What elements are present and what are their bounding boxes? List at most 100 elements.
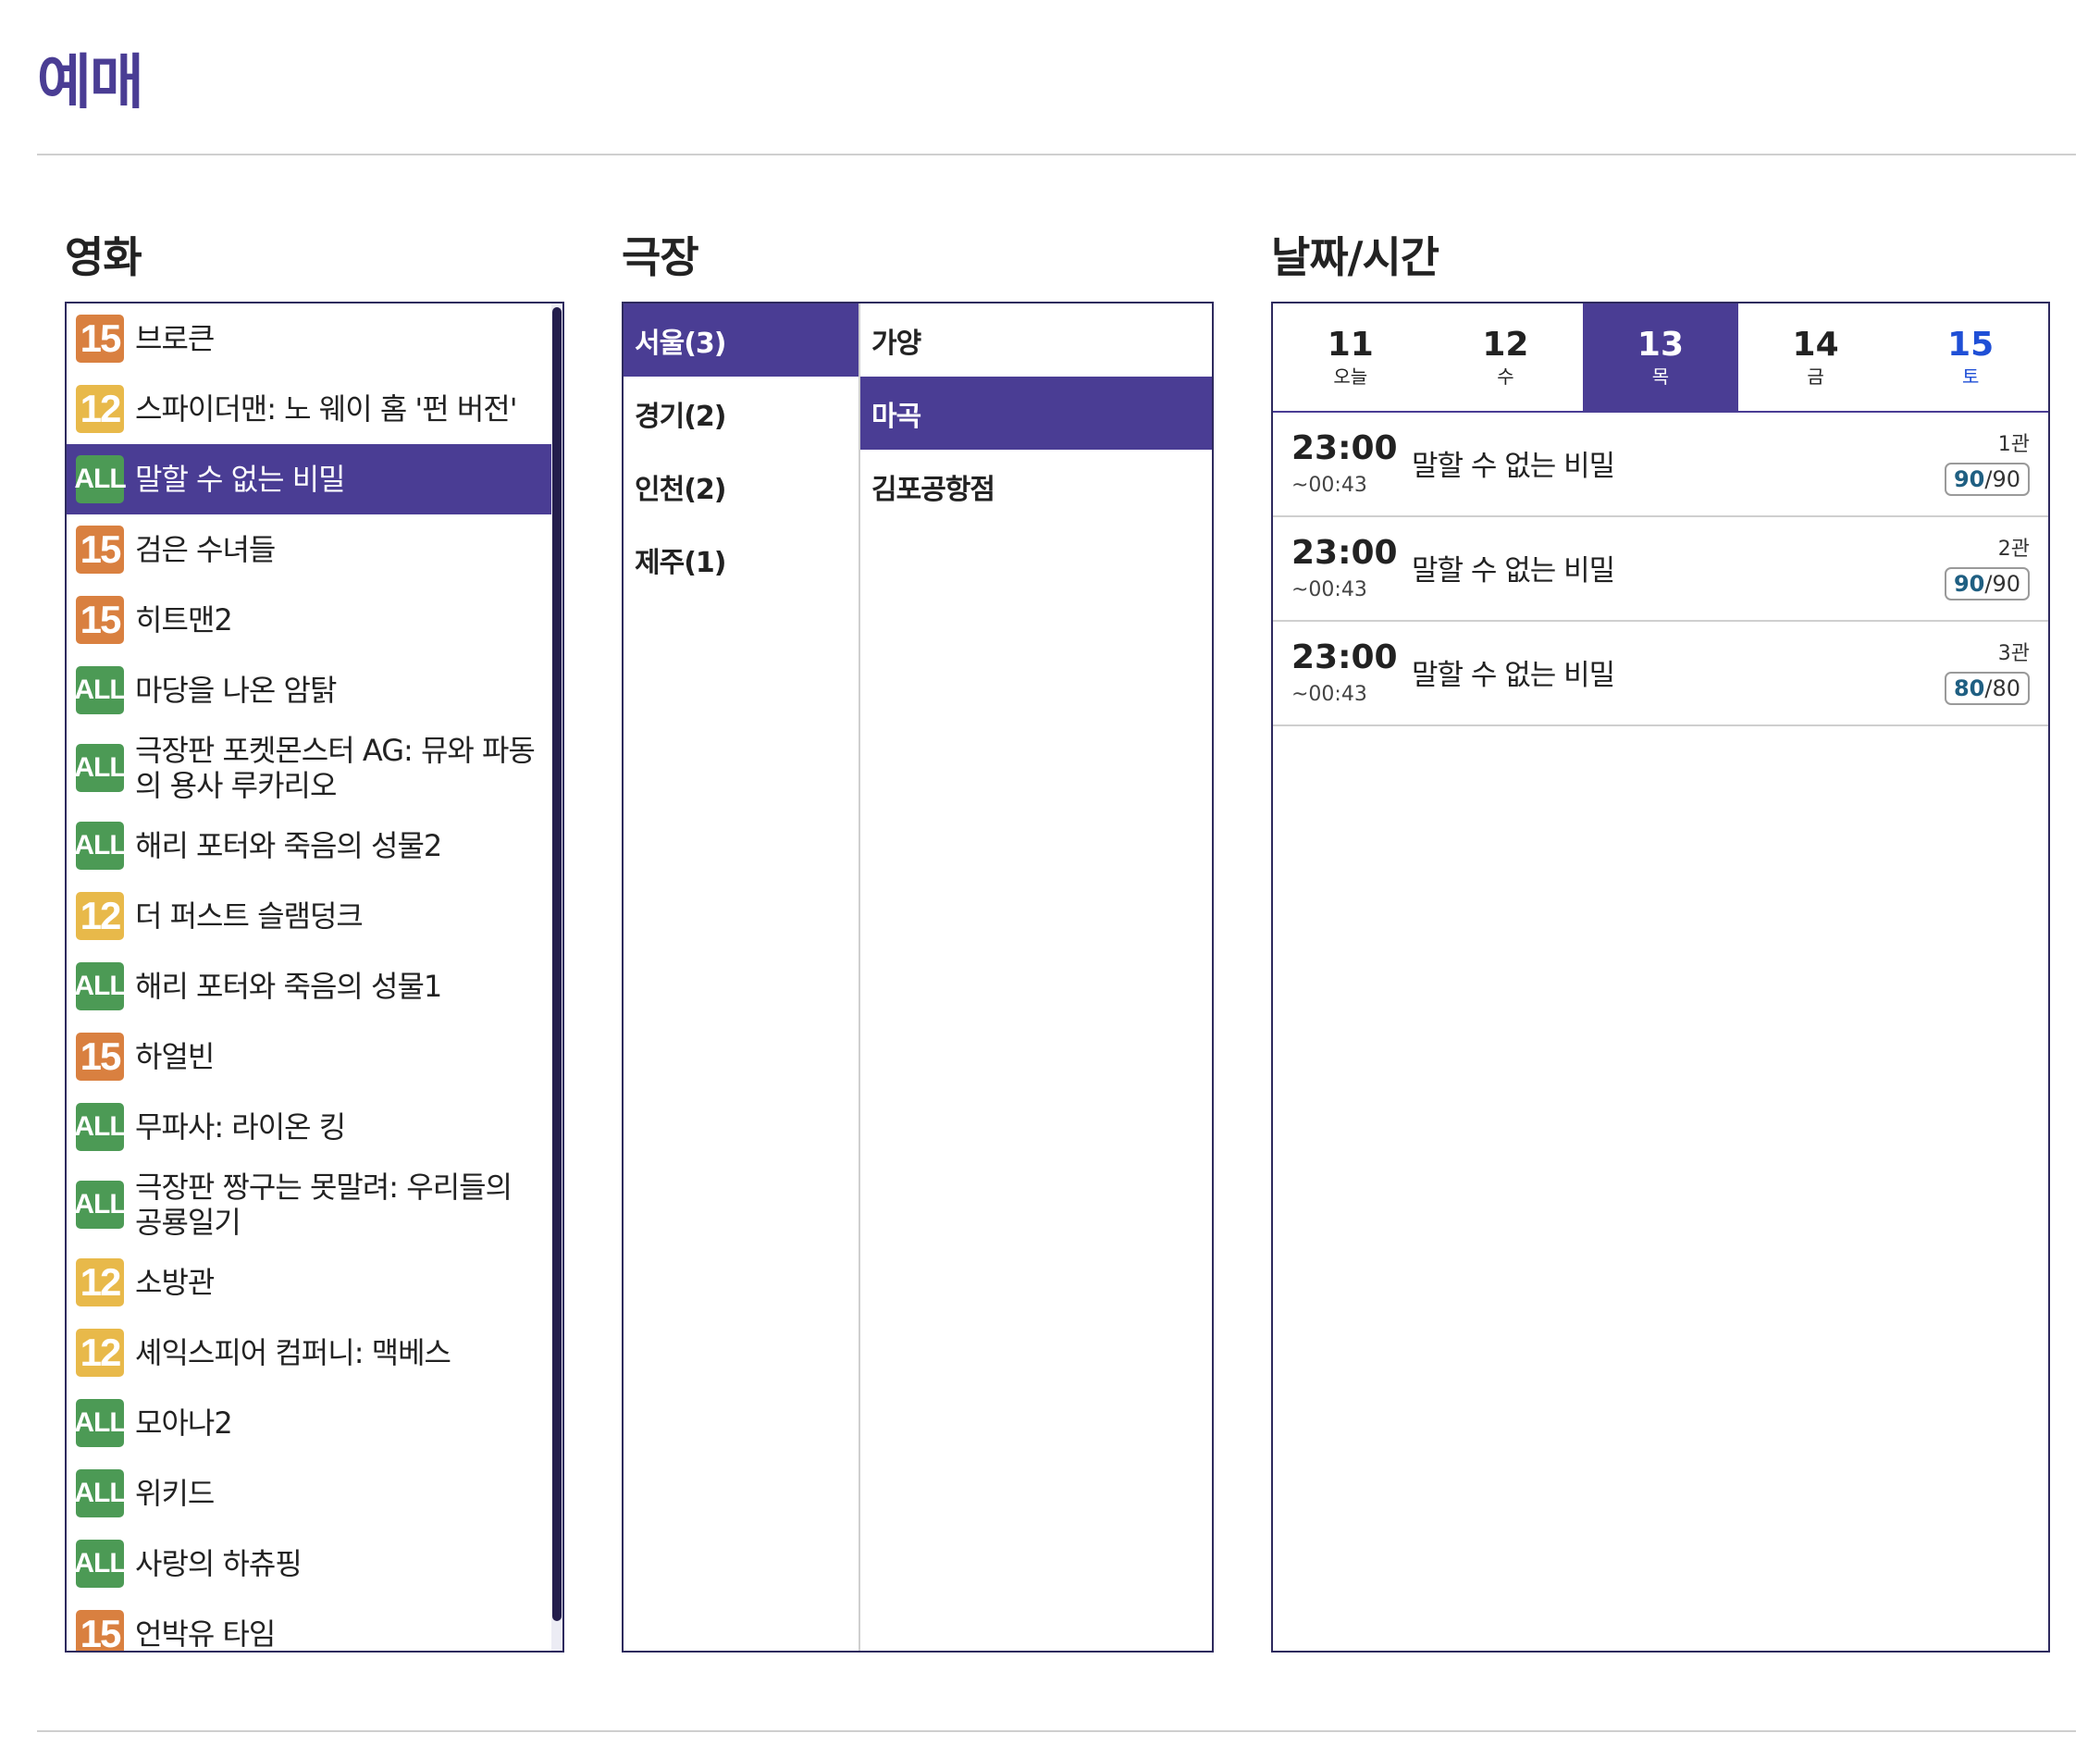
date-weekday: 목 xyxy=(1651,365,1670,388)
date-cell[interactable]: 15 토 xyxy=(1893,303,2048,411)
showtime-movie-title: 말할 수 없는 비밀 xyxy=(1412,659,1615,692)
movie-item[interactable]: 12 더 퍼스트 슬램덩크 xyxy=(67,881,555,951)
rating-15-badge: 15 xyxy=(76,526,124,574)
showtime-end: ~00:43 xyxy=(1291,683,1367,706)
page-title: 예매 xyxy=(37,49,144,118)
movie-item[interactable]: ALL 해리 포터와 죽음의 성물2 xyxy=(67,811,555,881)
movie-item[interactable]: 12 소방관 xyxy=(67,1247,555,1318)
movie-item[interactable]: ALL 극장판 짱구는 못말려: 우리들의 공룡일기 xyxy=(67,1162,555,1247)
movie-item[interactable]: ALL 말할 수 없는 비밀 xyxy=(67,444,555,514)
date-day: 13 xyxy=(1637,326,1685,364)
movie-title: 위키드 xyxy=(135,1476,215,1511)
date-cell[interactable]: 13 목 xyxy=(1583,303,1738,411)
date-weekday: 토 xyxy=(1961,365,1980,388)
showtime-movie-title: 말할 수 없는 비밀 xyxy=(1412,450,1615,483)
rating-all-badge: ALL xyxy=(74,1181,127,1229)
movie-list-panel[interactable]: 15 브로큰 12 스파이더맨: 노 웨이 홈 '펀 버전' ALL 말할 수 없는 비밀… xyxy=(65,302,564,1653)
branch-list: 가양 마곡 김포공항점 xyxy=(860,303,1212,1651)
screen-label: 3관 xyxy=(1997,642,2030,665)
movie-title: 브로큰 xyxy=(135,321,215,356)
seat-count-badge: 90/90 xyxy=(1944,463,2030,496)
showtime-start: 23:00 xyxy=(1291,429,1398,467)
rating-all-badge: ALL xyxy=(74,962,127,1010)
rating-12-badge: 12 xyxy=(76,892,124,940)
movie-title: 스파이더맨: 노 웨이 홈 '펀 버전' xyxy=(135,391,518,427)
seat-count-badge: 90/90 xyxy=(1944,567,2030,600)
date-cell[interactable]: 14 금 xyxy=(1738,303,1894,411)
showtime-end: ~00:43 xyxy=(1291,578,1367,601)
showtime-item[interactable]: 23:00 ~00:43 말할 수 없는 비밀 2관 90/90 xyxy=(1273,517,2048,622)
datetime-panel: 11 오늘 12 수 13 목 14 금 15 토 23:00 ~00:43 말할 수 없는 비밀 1관… xyxy=(1271,302,2050,1653)
movie-item[interactable]: ALL 마당을 나온 암탉 xyxy=(67,655,555,725)
movie-title: 모아나2 xyxy=(135,1405,233,1441)
rating-15-badge: 15 xyxy=(76,315,124,363)
movie-title: 극장판 포켓몬스터 AG: 뮤와 파동의 용사 루카리오 xyxy=(135,733,536,803)
movie-item[interactable]: 15 언박유 타임 xyxy=(67,1599,555,1652)
movie-title: 하얼빈 xyxy=(135,1039,215,1074)
date-day: 11 xyxy=(1327,326,1374,364)
date-day: 14 xyxy=(1792,326,1839,364)
movie-title: 언박유 타임 xyxy=(135,1616,276,1652)
movie-item[interactable]: 15 검은 수녀들 xyxy=(67,514,555,585)
theater-panel: 서울(3) 경기(2) 인천(2) 제주(1) 가양 마곡 김포공항점 xyxy=(622,302,1214,1653)
region-item[interactable]: 인천(2) xyxy=(624,450,859,523)
seats-available: 80 xyxy=(1953,675,1985,701)
movie-item[interactable]: 15 히트맨2 xyxy=(67,585,555,655)
region-item[interactable]: 제주(1) xyxy=(624,523,859,596)
movie-item[interactable]: ALL 해리 포터와 죽음의 성물1 xyxy=(67,951,555,1021)
rating-12-badge: 12 xyxy=(76,385,124,433)
movie-item[interactable]: 15 브로큰 xyxy=(67,303,555,374)
seats-available: 90 xyxy=(1953,571,1985,597)
date-cell[interactable]: 11 오늘 xyxy=(1273,303,1428,411)
date-weekday: 수 xyxy=(1497,365,1514,388)
movie-item[interactable]: ALL 극장판 포켓몬스터 AG: 뮤와 파동의 용사 루카리오 xyxy=(67,725,555,811)
screen-label: 1관 xyxy=(1997,433,2030,456)
showtime-item[interactable]: 23:00 ~00:43 말할 수 없는 비밀 1관 90/90 xyxy=(1273,413,2048,517)
datetime-section-title: 날짜/시간 xyxy=(1271,232,1439,282)
showtime-end: ~00:43 xyxy=(1291,474,1367,497)
region-item[interactable]: 서울(3) xyxy=(624,303,859,377)
movie-list-scrollbar[interactable] xyxy=(551,303,562,1651)
movie-title: 사랑의 하츄핑 xyxy=(135,1546,303,1581)
branch-item[interactable]: 가양 xyxy=(860,303,1212,377)
movie-item[interactable]: 12 스파이더맨: 노 웨이 홈 '펀 버전' xyxy=(67,374,555,444)
seat-count-badge: 80/80 xyxy=(1944,672,2030,705)
region-item[interactable]: 경기(2) xyxy=(624,377,859,450)
movie-title: 소방관 xyxy=(135,1265,215,1300)
branch-item[interactable]: 김포공항점 xyxy=(860,450,1212,523)
rating-15-badge: 15 xyxy=(76,1610,124,1651)
date-selector: 11 오늘 12 수 13 목 14 금 15 토 xyxy=(1273,303,2048,413)
movie-title: 해리 포터와 죽음의 성물2 xyxy=(135,828,442,863)
showtime-movie-title: 말할 수 없는 비밀 xyxy=(1412,554,1615,588)
movie-item[interactable]: ALL 위키드 xyxy=(67,1458,555,1529)
date-weekday: 오늘 xyxy=(1333,365,1368,388)
movie-item[interactable]: 15 하얼빈 xyxy=(67,1021,555,1092)
showtime-start: 23:00 xyxy=(1291,638,1398,676)
date-day: 15 xyxy=(1947,326,1995,364)
movie-title: 더 퍼스트 슬램덩크 xyxy=(135,898,364,934)
rating-12-badge: 12 xyxy=(76,1258,124,1306)
movie-title: 셰익스피어 컴퍼니: 맥베스 xyxy=(135,1335,451,1370)
movie-list: 15 브로큰 12 스파이더맨: 노 웨이 홈 '펀 버전' ALL 말할 수 없는 비밀… xyxy=(67,303,555,1652)
movie-item[interactable]: 12 셰익스피어 컴퍼니: 맥베스 xyxy=(67,1318,555,1388)
branch-item[interactable]: 마곡 xyxy=(860,377,1212,450)
movie-list-scrollbar-thumb[interactable] xyxy=(552,307,562,1621)
rating-all-badge: ALL xyxy=(74,1103,127,1151)
movie-title: 극장판 짱구는 못말려: 우리들의 공룡일기 xyxy=(135,1170,513,1240)
movie-section-title: 영화 xyxy=(65,232,142,282)
movie-title: 검은 수녀들 xyxy=(135,532,276,567)
date-cell[interactable]: 12 수 xyxy=(1428,303,1584,411)
movie-item[interactable]: ALL 모아나2 xyxy=(67,1388,555,1458)
seats-total: /80 xyxy=(1984,675,2020,701)
date-weekday: 금 xyxy=(1807,365,1824,388)
region-list: 서울(3) 경기(2) 인천(2) 제주(1) xyxy=(624,303,860,1651)
header-divider xyxy=(37,154,2076,155)
rating-all-badge: ALL xyxy=(74,744,127,792)
movie-title: 무파사: 라이온 킹 xyxy=(135,1109,346,1145)
movie-item[interactable]: ALL 무파사: 라이온 킹 xyxy=(67,1092,555,1162)
showtime-item[interactable]: 23:00 ~00:43 말할 수 없는 비밀 3관 80/80 xyxy=(1273,622,2048,726)
movie-title: 해리 포터와 죽음의 성물1 xyxy=(135,969,442,1004)
rating-15-badge: 15 xyxy=(76,596,124,644)
rating-all-badge: ALL xyxy=(74,455,127,503)
movie-item[interactable]: ALL 사랑의 하츄핑 xyxy=(67,1529,555,1599)
